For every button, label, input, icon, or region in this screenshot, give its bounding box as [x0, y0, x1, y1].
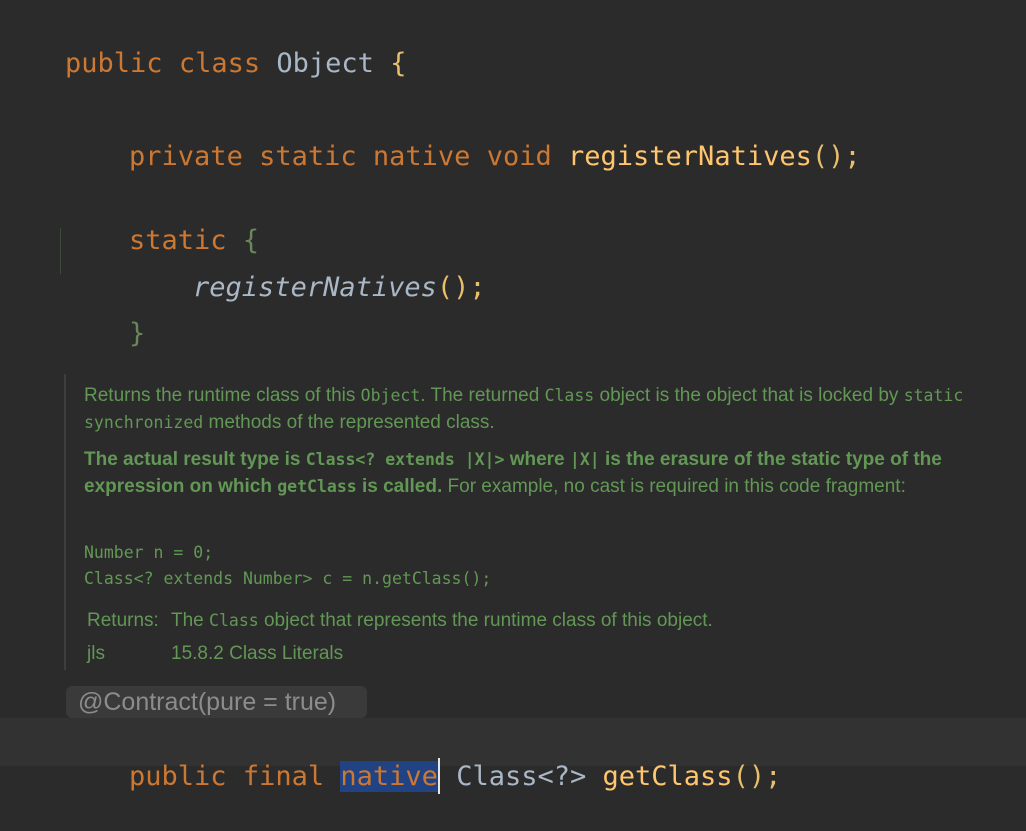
code-example-line: Number n = 0;	[84, 543, 214, 562]
inline-code: Class<? extends |X|>	[305, 450, 505, 469]
method-name: registerNatives	[568, 141, 812, 172]
class-declaration-line: public class Object {	[0, 10, 406, 118]
tag-key: Returns:	[87, 610, 159, 631]
return-type: Class<?>	[456, 761, 587, 792]
keyword-void: void	[486, 141, 552, 172]
method-call: registerNatives	[193, 272, 437, 303]
inline-code: |X|	[569, 450, 600, 469]
class-name: Object	[276, 48, 374, 79]
keyword-native-selected[interactable]: native	[340, 761, 438, 792]
open-brace: {	[390, 48, 407, 79]
method-name: getClass	[602, 761, 733, 792]
returns-tag: Returns: The Class object that represent…	[84, 604, 1006, 637]
keyword-public: public	[129, 761, 227, 792]
text-caret	[437, 757, 440, 794]
register-natives-call-line: registerNatives();	[128, 234, 486, 342]
keyword-class: class	[178, 48, 261, 79]
javadoc-rendered-block[interactable]: Returns the runtime class of this Object…	[64, 374, 1006, 670]
javadoc-tags: Returns: The Class object that represent…	[84, 604, 1006, 670]
javadoc-paragraph-2: The actual result type is Class<? extend…	[84, 449, 942, 497]
close-brace: }	[129, 318, 146, 349]
jls-tag: jls 15.8.2 Class Literals	[84, 637, 1006, 670]
get-class-declaration-line: public final native Class<?> getClass();	[64, 723, 781, 831]
contract-annotation-hint[interactable]: @Contract(pure = true)	[66, 686, 367, 718]
parens-semicolon: ();	[436, 272, 486, 303]
inline-code: Object	[360, 386, 421, 405]
keyword-final: final	[242, 761, 325, 792]
inline-code: Class	[544, 386, 595, 405]
tag-value: The Class object that represents the run…	[171, 610, 713, 631]
keyword-native: native	[372, 141, 471, 172]
close-brace-line: }	[64, 280, 145, 388]
inline-code: Class	[209, 611, 259, 630]
parens-semicolon: ();	[811, 141, 861, 172]
javadoc-paragraph-1: Returns the runtime class of this Object…	[84, 385, 964, 433]
keyword-static: static	[259, 141, 357, 172]
javadoc-code-example: Number n = 0; Class<? extends Number> c =…	[84, 540, 1006, 592]
tag-key: jls	[87, 643, 105, 664]
keyword-private: private	[129, 141, 243, 172]
indent-guide	[60, 228, 61, 274]
keyword-public: public	[65, 48, 163, 79]
jls-link[interactable]: 15.8.2 Class Literals	[171, 640, 1006, 667]
parens-semicolon: ();	[732, 761, 782, 792]
inline-code: getClass	[277, 477, 357, 496]
code-example-line: Class<? extends Number> c = n.getClass()…	[84, 569, 492, 588]
